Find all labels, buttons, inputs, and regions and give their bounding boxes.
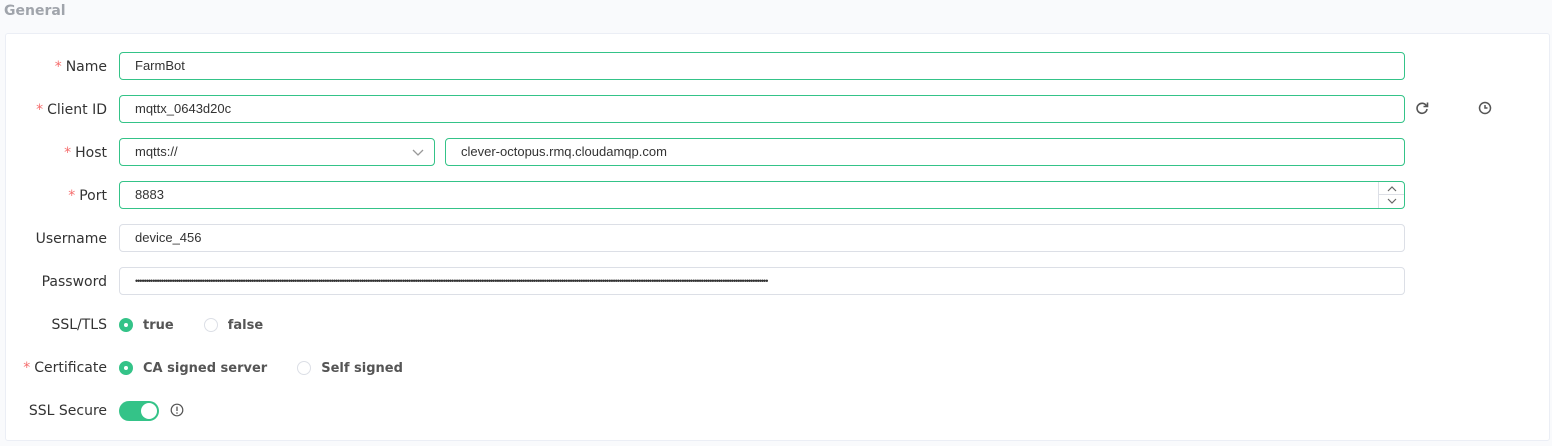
client-id-input[interactable]: mqttx_0643d20c	[119, 95, 1405, 123]
protocol-select[interactable]: mqtts://	[119, 138, 435, 166]
certificate-radio-group: CA signed server Self signed	[119, 353, 433, 383]
refresh-icon[interactable]	[1414, 100, 1430, 116]
ssl-tls-false-label: false	[227, 317, 264, 333]
ssl-secure-row: SSL Secure	[6, 396, 1551, 426]
ssl-tls-true-label: true	[143, 317, 174, 333]
info-icon[interactable]	[170, 403, 184, 417]
ssl-tls-false-radio[interactable]: false	[203, 317, 264, 333]
certificate-row: * Certificate CA signed server Self signe…	[6, 353, 1551, 383]
host-label: * Host	[64, 145, 107, 161]
ssl-tls-true-radio[interactable]: true	[119, 318, 174, 333]
toggle-knob	[141, 403, 157, 419]
ca-signed-label: CA signed server	[143, 360, 268, 376]
decrement-button[interactable]	[1379, 195, 1404, 208]
ssl-tls-row: SSL/TLS true false	[6, 310, 1551, 340]
ssl-tls-radio-group: true false	[119, 310, 293, 340]
port-value: 8883	[135, 187, 164, 202]
username-label: Username	[35, 231, 107, 247]
port-stepper	[1378, 182, 1404, 208]
ca-signed-radio[interactable]: CA signed server	[119, 361, 267, 376]
ssl-secure-label: SSL Secure	[28, 403, 107, 419]
radio-unchecked-icon	[297, 361, 312, 375]
self-signed-label: Self signed	[321, 360, 403, 376]
ssl-tls-label: SSL/TLS	[51, 317, 107, 333]
chevron-down-icon	[412, 149, 424, 156]
name-input[interactable]: FarmBot	[119, 52, 1405, 80]
username-row: Username device_456	[6, 224, 1551, 254]
password-row: Password •••••••••••••••••••••••••••••••…	[6, 267, 1551, 297]
port-input[interactable]: 8883	[119, 181, 1405, 209]
host-input[interactable]: clever-octopus.rmq.cloudamqp.com	[445, 138, 1405, 166]
port-label: * Port	[68, 188, 107, 204]
host-row: * Host mqtts:// clever-octopus.rmq.clouda…	[6, 138, 1551, 168]
radio-unchecked-icon	[203, 318, 218, 332]
username-input[interactable]: device_456	[119, 224, 1405, 252]
chevron-down-icon	[1387, 198, 1396, 204]
port-row: * Port 8883	[6, 181, 1551, 211]
client-id-row: * Client ID mqttx_0643d20c	[6, 95, 1551, 125]
radio-checked-icon	[119, 318, 133, 332]
general-form-card: * Name FarmBot * Client ID mqttx_0643d20c …	[5, 33, 1550, 441]
protocol-value: mqtts://	[135, 144, 178, 159]
section-title: General	[4, 3, 66, 19]
name-label: * Name	[54, 59, 107, 75]
name-row: * Name FarmBot	[6, 52, 1551, 82]
clock-icon[interactable]	[1477, 100, 1493, 116]
client-id-label: * Client ID	[36, 102, 107, 118]
radio-checked-icon	[119, 361, 133, 375]
ssl-secure-toggle[interactable]	[119, 401, 159, 421]
password-input[interactable]: ••••••••••••••••••••••••••••••••••••••••…	[119, 267, 1405, 295]
certificate-label: * Certificate	[23, 360, 107, 376]
increment-button[interactable]	[1379, 182, 1404, 195]
chevron-up-icon	[1387, 185, 1396, 191]
self-signed-radio[interactable]: Self signed	[297, 361, 403, 376]
password-label: Password	[41, 274, 107, 290]
